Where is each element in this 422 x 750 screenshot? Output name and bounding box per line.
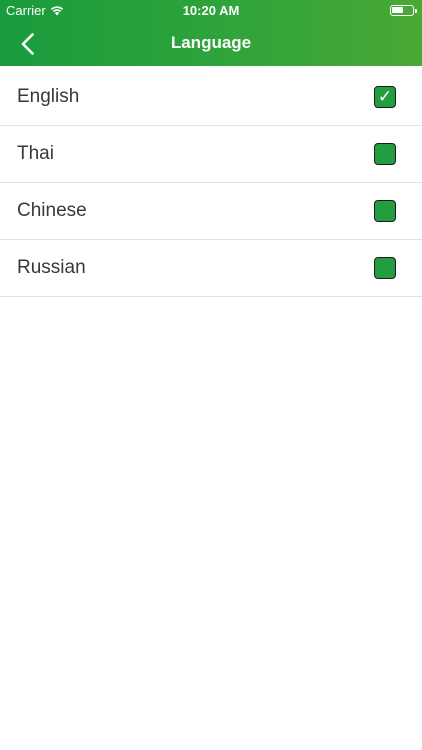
language-label: Russian	[17, 257, 86, 278]
header: Carrier 10:20 AM Language	[0, 0, 422, 66]
language-checkbox-chinese[interactable]	[374, 200, 396, 222]
language-row-thai[interactable]: Thai	[0, 126, 422, 183]
language-label: Chinese	[17, 200, 87, 221]
language-label: Thai	[17, 143, 54, 164]
language-label: English	[17, 86, 80, 107]
language-row-english[interactable]: English ✓	[0, 69, 422, 126]
nav-bar: Language	[0, 22, 422, 66]
status-bar: Carrier 10:20 AM	[0, 0, 422, 22]
language-checkbox-english[interactable]: ✓	[374, 86, 396, 108]
page-title: Language	[170, 33, 252, 52]
battery-icon	[390, 5, 417, 16]
checkmark-icon: ✓	[377, 87, 393, 107]
language-row-chinese[interactable]: Chinese	[0, 183, 422, 240]
language-checkbox-russian[interactable]	[374, 257, 396, 279]
language-row-russian[interactable]: Russian	[0, 240, 422, 297]
status-time: 10:20 AM	[182, 3, 240, 18]
language-list: English ✓ Thai Chinese Russian	[0, 69, 422, 297]
language-checkbox-thai[interactable]	[374, 143, 396, 165]
